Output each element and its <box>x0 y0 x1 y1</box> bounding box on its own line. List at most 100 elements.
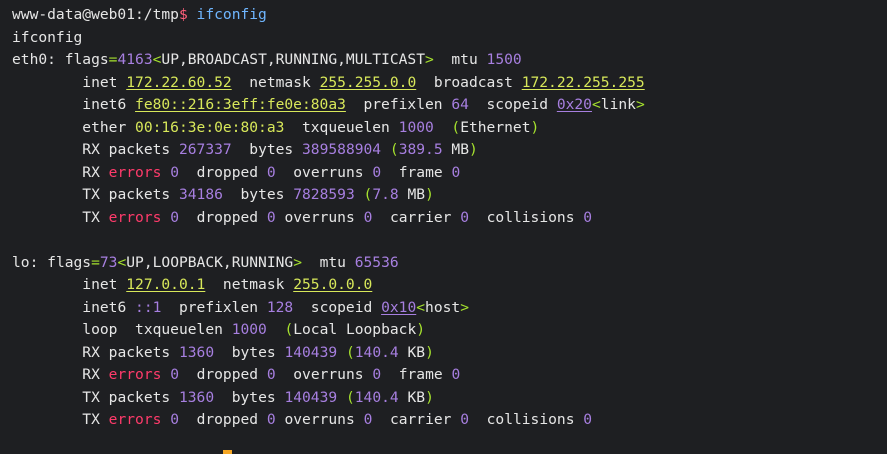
eth0-prefixlen-label: prefixlen <box>363 96 443 113</box>
eth0-name: eth0 <box>12 51 48 68</box>
dropped-label: dropped <box>196 163 259 181</box>
eth0-tx-collisions: 0 <box>583 208 593 226</box>
rx-label: RX <box>82 141 100 158</box>
lo-tx-carrier: 0 <box>460 411 470 428</box>
overruns-label: overruns <box>293 366 364 383</box>
eth0-rx-packets: 267337 <box>178 141 232 158</box>
eth0-tx-packets: 34186 <box>178 186 223 203</box>
eth0-scope: link <box>600 96 636 113</box>
tx-label: TX <box>82 186 100 203</box>
eth0-netmask[interactable]: 255.255.0.0 <box>320 74 417 91</box>
lo-rx-overruns: 0 <box>372 366 382 383</box>
eth0-rx-overruns: 0 <box>372 163 382 181</box>
lo-scopeid[interactable]: 0x10 <box>381 299 416 316</box>
eth0-tx-errors: 0 <box>170 208 179 226</box>
lo-flags-list: UP,LOOPBACK,RUNNING <box>126 253 294 271</box>
eth0-broadcast-label: broadcast <box>433 73 513 91</box>
eth0-txqueuelen: 1000 <box>398 118 434 136</box>
eth0-inet6-line: inet6 fe80::216:3eff:fe0e:80a3 prefixlen… <box>82 96 645 113</box>
eth0-inet6[interactable]: fe80::216:3eff:fe0e:80a3 <box>135 96 346 113</box>
overruns-label: overruns <box>284 411 355 428</box>
eth0-prefixlen: 64 <box>451 96 469 113</box>
lo-prefixlen: 128 <box>266 298 294 316</box>
eth0-rx-errors-line: RX errors 0 dropped 0 overruns 0 frame 0 <box>12 162 875 185</box>
lo-rx-bytes-human: 140.4 <box>354 343 399 361</box>
lo-tx-dropped: 0 <box>266 411 276 428</box>
eth0-tx-carrier: 0 <box>460 208 470 226</box>
rx-label: RX <box>82 366 100 383</box>
lo-rx-bytes: 140439 <box>284 343 338 361</box>
dropped-label: dropped <box>196 208 259 226</box>
eth0-ether-label: ether <box>82 118 127 136</box>
eth0-inet-label: inet <box>82 73 118 91</box>
collisions-label: collisions <box>486 208 575 226</box>
carrier-label: carrier <box>389 411 452 428</box>
dropped-label: dropped <box>196 366 259 383</box>
eth0-rx-unit: MB <box>451 141 469 158</box>
eth0-scopeid-label: scopeid <box>486 96 549 113</box>
echo-line: ifconfig <box>12 27 875 50</box>
bytes-label: bytes <box>240 186 285 203</box>
eth0-ether-line: ether 00:16:3e:0e:80:a3 txqueuelen 1000 … <box>82 118 540 136</box>
eth0-tx-bytes: 7828593 <box>293 186 355 203</box>
eth0-txqueuelen-label: txqueuelen <box>301 118 390 136</box>
bytes-label: bytes <box>231 343 276 361</box>
packets-label: packets <box>108 186 171 203</box>
echo-text: ifconfig <box>12 28 83 46</box>
lo-txqueuelen: 1000 <box>231 321 267 338</box>
lo-inet-label: inet <box>82 276 118 293</box>
lo-rx-frame: 0 <box>451 366 461 383</box>
eth0-rx-bytes-human: 389.5 <box>398 141 443 158</box>
errors-label: errors <box>108 163 162 181</box>
lo-tx-packets-line: TX packets 1360 bytes 140439 (140.4 KB) <box>82 388 434 406</box>
lo-inet-line: inet 127.0.0.1 netmask 255.0.0.0 <box>12 274 875 297</box>
eth0-ether: 00:16:3e:0e:80:a3 <box>135 118 285 136</box>
prompt-user-host: www-data@web01 <box>12 6 136 23</box>
tx-label: TX <box>82 388 100 406</box>
eth0-broadcast[interactable]: 172.22.255.255 <box>522 74 645 91</box>
lo-flags-value: 73 <box>99 253 118 271</box>
lo-flags-label: flags <box>47 253 92 271</box>
eth0-tx-bytes-human: 7.8 <box>372 186 399 203</box>
lo-prefixlen-label: prefixlen <box>178 298 259 316</box>
lo-mtu: 65536 <box>354 253 399 271</box>
lo-netmask[interactable]: 255.0.0.0 <box>293 276 372 293</box>
eth0-rx-bytes: 389588904 <box>302 141 382 158</box>
overruns-label: overruns <box>284 208 355 226</box>
tx-label: TX <box>82 208 100 226</box>
eth0-mtu-label: mtu <box>451 51 478 68</box>
terminal-window[interactable]: www-data@web01:/tmp$ ifconfig ifconfig e… <box>0 0 887 454</box>
lo-scopeid-label: scopeid <box>310 298 373 316</box>
prompt-line: www-data@web01:/tmp$ ifconfig <box>12 4 875 27</box>
packets-label: packets <box>108 343 171 361</box>
eth0-tx-overruns: 0 <box>363 208 373 226</box>
lo-inet6-label: inet6 <box>82 298 127 316</box>
eth0-tx-unit: MB <box>407 186 426 203</box>
lo-name: lo <box>12 253 30 271</box>
bytes-label: bytes <box>249 141 294 158</box>
lo-netmask-label: netmask <box>222 276 285 293</box>
prompt-path: :/tmp <box>135 6 179 23</box>
lo-tx-packets: 1360 <box>178 388 215 406</box>
packets-label: packets <box>108 388 171 406</box>
lo-rx-dropped: 0 <box>266 366 276 383</box>
eth0-flags-label: flags <box>64 51 109 68</box>
eth0-scopeid[interactable]: 0x20 <box>557 96 592 113</box>
eth0-inet[interactable]: 172.22.60.52 <box>126 74 231 91</box>
lo-mtu-label: mtu <box>319 253 346 271</box>
lo-inet[interactable]: 127.0.0.1 <box>126 276 205 293</box>
lo-tx-unit: KB <box>407 388 426 406</box>
lo-rx-packets-line: RX packets 1360 bytes 140439 (140.4 KB) <box>82 343 434 361</box>
lo-inet6-line: inet6 ::1 prefixlen 128 scopeid 0x10<hos… <box>82 298 469 316</box>
lo-loop-label: loop <box>82 321 118 338</box>
eth0-rx-packets-line: RX packets 267337 bytes 389588904 (389.5… <box>82 141 478 158</box>
lo-tx-collisions: 0 <box>583 411 593 428</box>
lo-header-line: lo: flags=73<UP,LOOPBACK,RUNNING> mtu 65… <box>12 253 399 271</box>
lo-tx-errors-line: TX errors 0 dropped 0 overruns 0 carrier… <box>12 409 875 432</box>
dropped-label: dropped <box>196 411 259 428</box>
eth0-netmask-label: netmask <box>249 73 311 91</box>
eth0-link-type: Ethernet <box>460 118 531 136</box>
eth0-rx-dropped: 0 <box>266 163 276 181</box>
eth0-rx-frame: 0 <box>451 163 461 181</box>
